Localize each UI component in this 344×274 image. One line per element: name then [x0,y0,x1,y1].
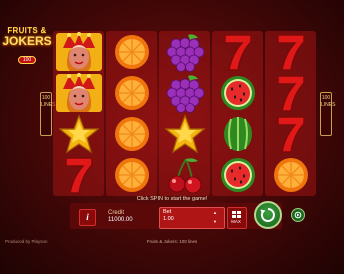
bet-value: 1.00 [163,216,174,222]
reel-3 [159,31,210,196]
max-bet-button[interactable] [227,207,247,229]
bet-decrease-icon[interactable]: ▼ [209,217,221,226]
symbol-cherries [159,154,210,195]
symbol-orange [106,31,157,72]
logo-badge: 100 [17,56,37,64]
autoplay-button[interactable] [291,208,305,222]
spin-arrow-icon [260,208,275,222]
symbol-grapes [159,72,210,113]
bet-label: Bet [163,209,172,215]
reel-4 [212,31,263,196]
symbol-star [159,113,210,154]
autoplay-icon [294,211,302,219]
symbol-seven [212,31,263,72]
symbol-watermelon [212,72,263,113]
symbol-seven [265,113,316,154]
logo-line-2: JOKERS [2,34,52,48]
symbol-watermelon [212,113,263,154]
bet-increase-icon[interactable]: ▲ [209,208,221,217]
reels-area [53,31,318,196]
symbol-joker [53,31,104,72]
symbol-joker [53,72,104,113]
reel-5 [265,31,316,196]
game-title-footer: Fruits & Jokers: 100 lines [146,239,198,244]
bet-arrows[interactable]: ▲ ▼ [209,208,221,226]
symbol-star [53,113,104,154]
symbol-seven [53,154,104,195]
spin-button[interactable] [254,201,282,229]
symbol-grapes [159,31,210,72]
credit-label: Credit [108,210,125,216]
symbol-orange [106,72,157,113]
game-logo: FRUITS & JOKERS 100 [2,26,52,64]
status-message: Click SPIN to start the game! [136,196,208,202]
max-bet-label: MAX [231,219,241,224]
symbol-seven [265,72,316,113]
info-button[interactable]: i [79,209,96,226]
symbol-orange [106,113,157,154]
symbol-orange [265,154,316,195]
symbol-orange [106,154,157,195]
lines-indicator-right: 100 LINES [320,92,335,136]
credit-value: 11000.00 [108,217,133,223]
symbol-seven [265,31,316,72]
lines-indicator-left: 100 LINES [40,92,55,136]
symbol-watermelon [212,154,263,195]
coins-icon [232,211,241,218]
reel-2 [106,31,157,196]
reel-1 [53,31,104,196]
